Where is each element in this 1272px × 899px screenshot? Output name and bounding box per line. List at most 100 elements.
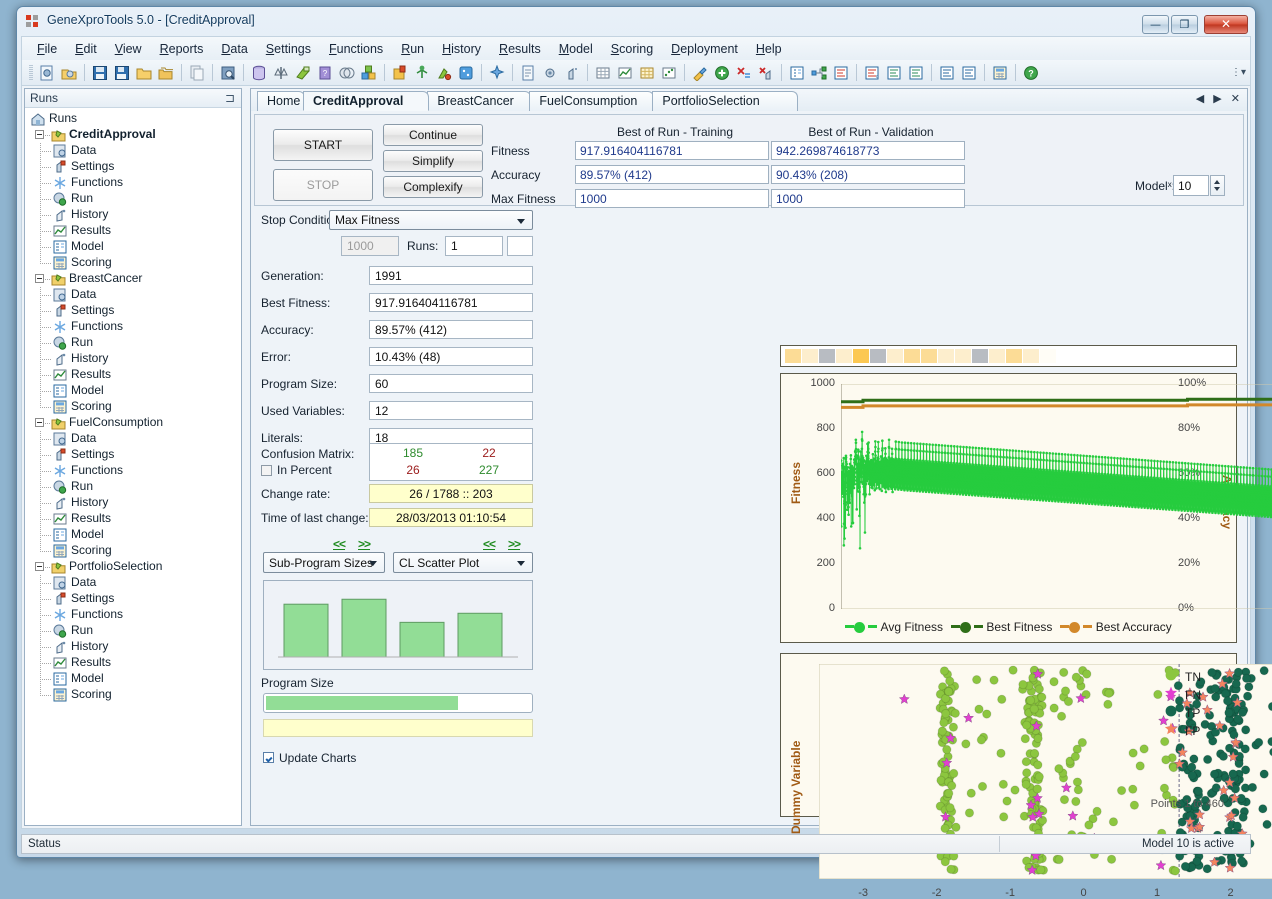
tree-item-portfolioselection-history[interactable]: History	[25, 639, 241, 655]
stop-button[interactable]: STOP	[273, 169, 373, 201]
tab-home[interactable]: Home	[257, 91, 305, 111]
table-icon[interactable]	[593, 63, 613, 83]
chart-scatter-icon[interactable]	[659, 63, 679, 83]
functions-icon[interactable]	[293, 63, 313, 83]
network-icon[interactable]	[809, 63, 829, 83]
tree-item-portfolioselection-functions[interactable]: Functions	[25, 607, 241, 623]
run-swatch[interactable]	[802, 349, 818, 363]
tree-item-portfolioselection-results[interactable]: Results	[25, 655, 241, 671]
tree-item-breastcancer-results[interactable]: Results	[25, 367, 241, 383]
left-chart-select[interactable]: Sub-Program Sizes	[263, 552, 385, 573]
tree-item-breastcancer-scoring[interactable]: Scoring	[25, 399, 241, 415]
model-spinner[interactable]	[1210, 175, 1225, 196]
menu-item-help[interactable]: Help	[747, 39, 791, 59]
tree-item-fuelconsumption-results[interactable]: Results	[25, 511, 241, 527]
left-chart-next[interactable]: >>	[358, 537, 370, 551]
runs-input[interactable]: 1	[445, 236, 503, 256]
folders-icon[interactable]	[156, 63, 176, 83]
run-swatch[interactable]	[955, 349, 971, 363]
bor-validation-max-fitness[interactable]: 1000	[771, 189, 965, 208]
menu-item-deployment[interactable]: Deployment	[662, 39, 747, 59]
tab-fuelconsumption[interactable]: FuelConsumption	[529, 91, 654, 111]
menu-item-functions[interactable]: Functions	[320, 39, 392, 59]
maximize-button[interactable]: ❐	[1171, 15, 1198, 34]
save-icon[interactable]	[90, 63, 110, 83]
run-swatch[interactable]	[853, 349, 869, 363]
tab-creditapproval[interactable]: CreditApproval	[303, 91, 429, 111]
report-icon[interactable]	[518, 63, 538, 83]
tree-item-fuelconsumption-scoring[interactable]: Scoring	[25, 543, 241, 559]
copy-icon[interactable]	[187, 63, 207, 83]
tree-model-icon[interactable]	[787, 63, 807, 83]
add-icon[interactable]	[712, 63, 732, 83]
clean-icon[interactable]	[690, 63, 710, 83]
tree-item-creditapproval-settings[interactable]: Settings	[25, 159, 241, 175]
run-swatch[interactable]	[921, 349, 937, 363]
code-js-icon[interactable]	[959, 63, 979, 83]
database-icon[interactable]	[249, 63, 269, 83]
run-swatch[interactable]	[904, 349, 920, 363]
tree-item-portfolioselection-run[interactable]: Run	[25, 623, 241, 639]
run-swatch[interactable]	[1040, 349, 1056, 363]
menu-item-history[interactable]: History	[433, 39, 490, 59]
bor-training-accuracy[interactable]: 89.57% (412)	[575, 165, 769, 184]
close-button[interactable]: ✕	[1204, 15, 1248, 34]
in-percent-checkbox[interactable]	[261, 465, 272, 476]
tab-portfolioselection[interactable]: PortfolioSelection	[652, 91, 798, 111]
tree-item-creditapproval-functions[interactable]: Functions	[25, 175, 241, 191]
spray-icon[interactable]	[562, 63, 582, 83]
tree-group-portfolioselection[interactable]: PortfolioSelection	[25, 559, 241, 575]
code-list-icon[interactable]	[831, 63, 851, 83]
update-charts-row[interactable]: Update Charts	[263, 751, 356, 765]
star-tool-icon[interactable]	[487, 63, 507, 83]
table-yellow-icon[interactable]	[637, 63, 657, 83]
start-button[interactable]: START	[273, 129, 373, 161]
tree-item-portfolioselection-model[interactable]: Model	[25, 671, 241, 687]
expander-icon[interactable]	[35, 418, 44, 427]
menu-item-run[interactable]: Run	[392, 39, 433, 59]
history-icon[interactable]	[390, 63, 410, 83]
tree-item-creditapproval-results[interactable]: Results	[25, 223, 241, 239]
right-chart-select[interactable]: CL Scatter Plot	[393, 552, 533, 573]
code-java-icon[interactable]	[937, 63, 957, 83]
help-db-icon[interactable]: ?	[315, 63, 335, 83]
complexify-button[interactable]: Complexify	[383, 176, 483, 198]
tab-breastcancer[interactable]: BreastCancer	[427, 91, 531, 111]
tree-item-creditapproval-scoring[interactable]: Scoring	[25, 255, 241, 271]
help-icon[interactable]: ?	[1021, 63, 1041, 83]
tree-item-fuelconsumption-model[interactable]: Model	[25, 527, 241, 543]
bor-training-max-fitness[interactable]: 1000	[575, 189, 769, 208]
runs-extra-field[interactable]	[507, 236, 533, 256]
bor-training-fitness[interactable]: 917.916404116781	[575, 141, 769, 160]
tree-item-breastcancer-run[interactable]: Run	[25, 335, 241, 351]
code-cpp-icon[interactable]	[884, 63, 904, 83]
menu-item-data[interactable]: Data	[212, 39, 256, 59]
chart-line-icon[interactable]	[615, 63, 635, 83]
run-swatch[interactable]	[1006, 349, 1022, 363]
run-swatch[interactable]	[887, 349, 903, 363]
deployment-cube-icon[interactable]	[456, 63, 476, 83]
expander-icon[interactable]	[35, 130, 44, 139]
code-c-icon[interactable]: c	[862, 63, 882, 83]
tree-item-creditapproval-run[interactable]: Run	[25, 191, 241, 207]
run-swatch[interactable]	[938, 349, 954, 363]
right-chart-next[interactable]: >>	[508, 537, 520, 551]
max-fitness-input[interactable]: 1000	[341, 236, 399, 256]
continue-button[interactable]: Continue	[383, 124, 483, 146]
tree-item-portfolioselection-scoring[interactable]: Scoring	[25, 687, 241, 703]
scoring-icon[interactable]	[434, 63, 454, 83]
toolbar-grip[interactable]	[29, 65, 33, 81]
minimize-button[interactable]: —	[1142, 15, 1169, 34]
menu-item-file[interactable]: File	[28, 39, 66, 59]
save-all-icon[interactable]	[112, 63, 132, 83]
bor-validation-accuracy[interactable]: 90.43% (208)	[771, 165, 965, 184]
pin-icon[interactable]: ⊐	[225, 91, 235, 105]
delete-spray-icon[interactable]	[756, 63, 776, 83]
menu-item-settings[interactable]: Settings	[257, 39, 320, 59]
run-swatch[interactable]	[870, 349, 886, 363]
tree-group-fuelconsumption[interactable]: FuelConsumption	[25, 415, 241, 431]
toolbar-overflow-icon[interactable]: ⋮▾	[1231, 67, 1246, 78]
tree-item-breastcancer-history[interactable]: History	[25, 351, 241, 367]
delete-x-icon[interactable]	[734, 63, 754, 83]
expander-icon[interactable]	[35, 274, 44, 283]
